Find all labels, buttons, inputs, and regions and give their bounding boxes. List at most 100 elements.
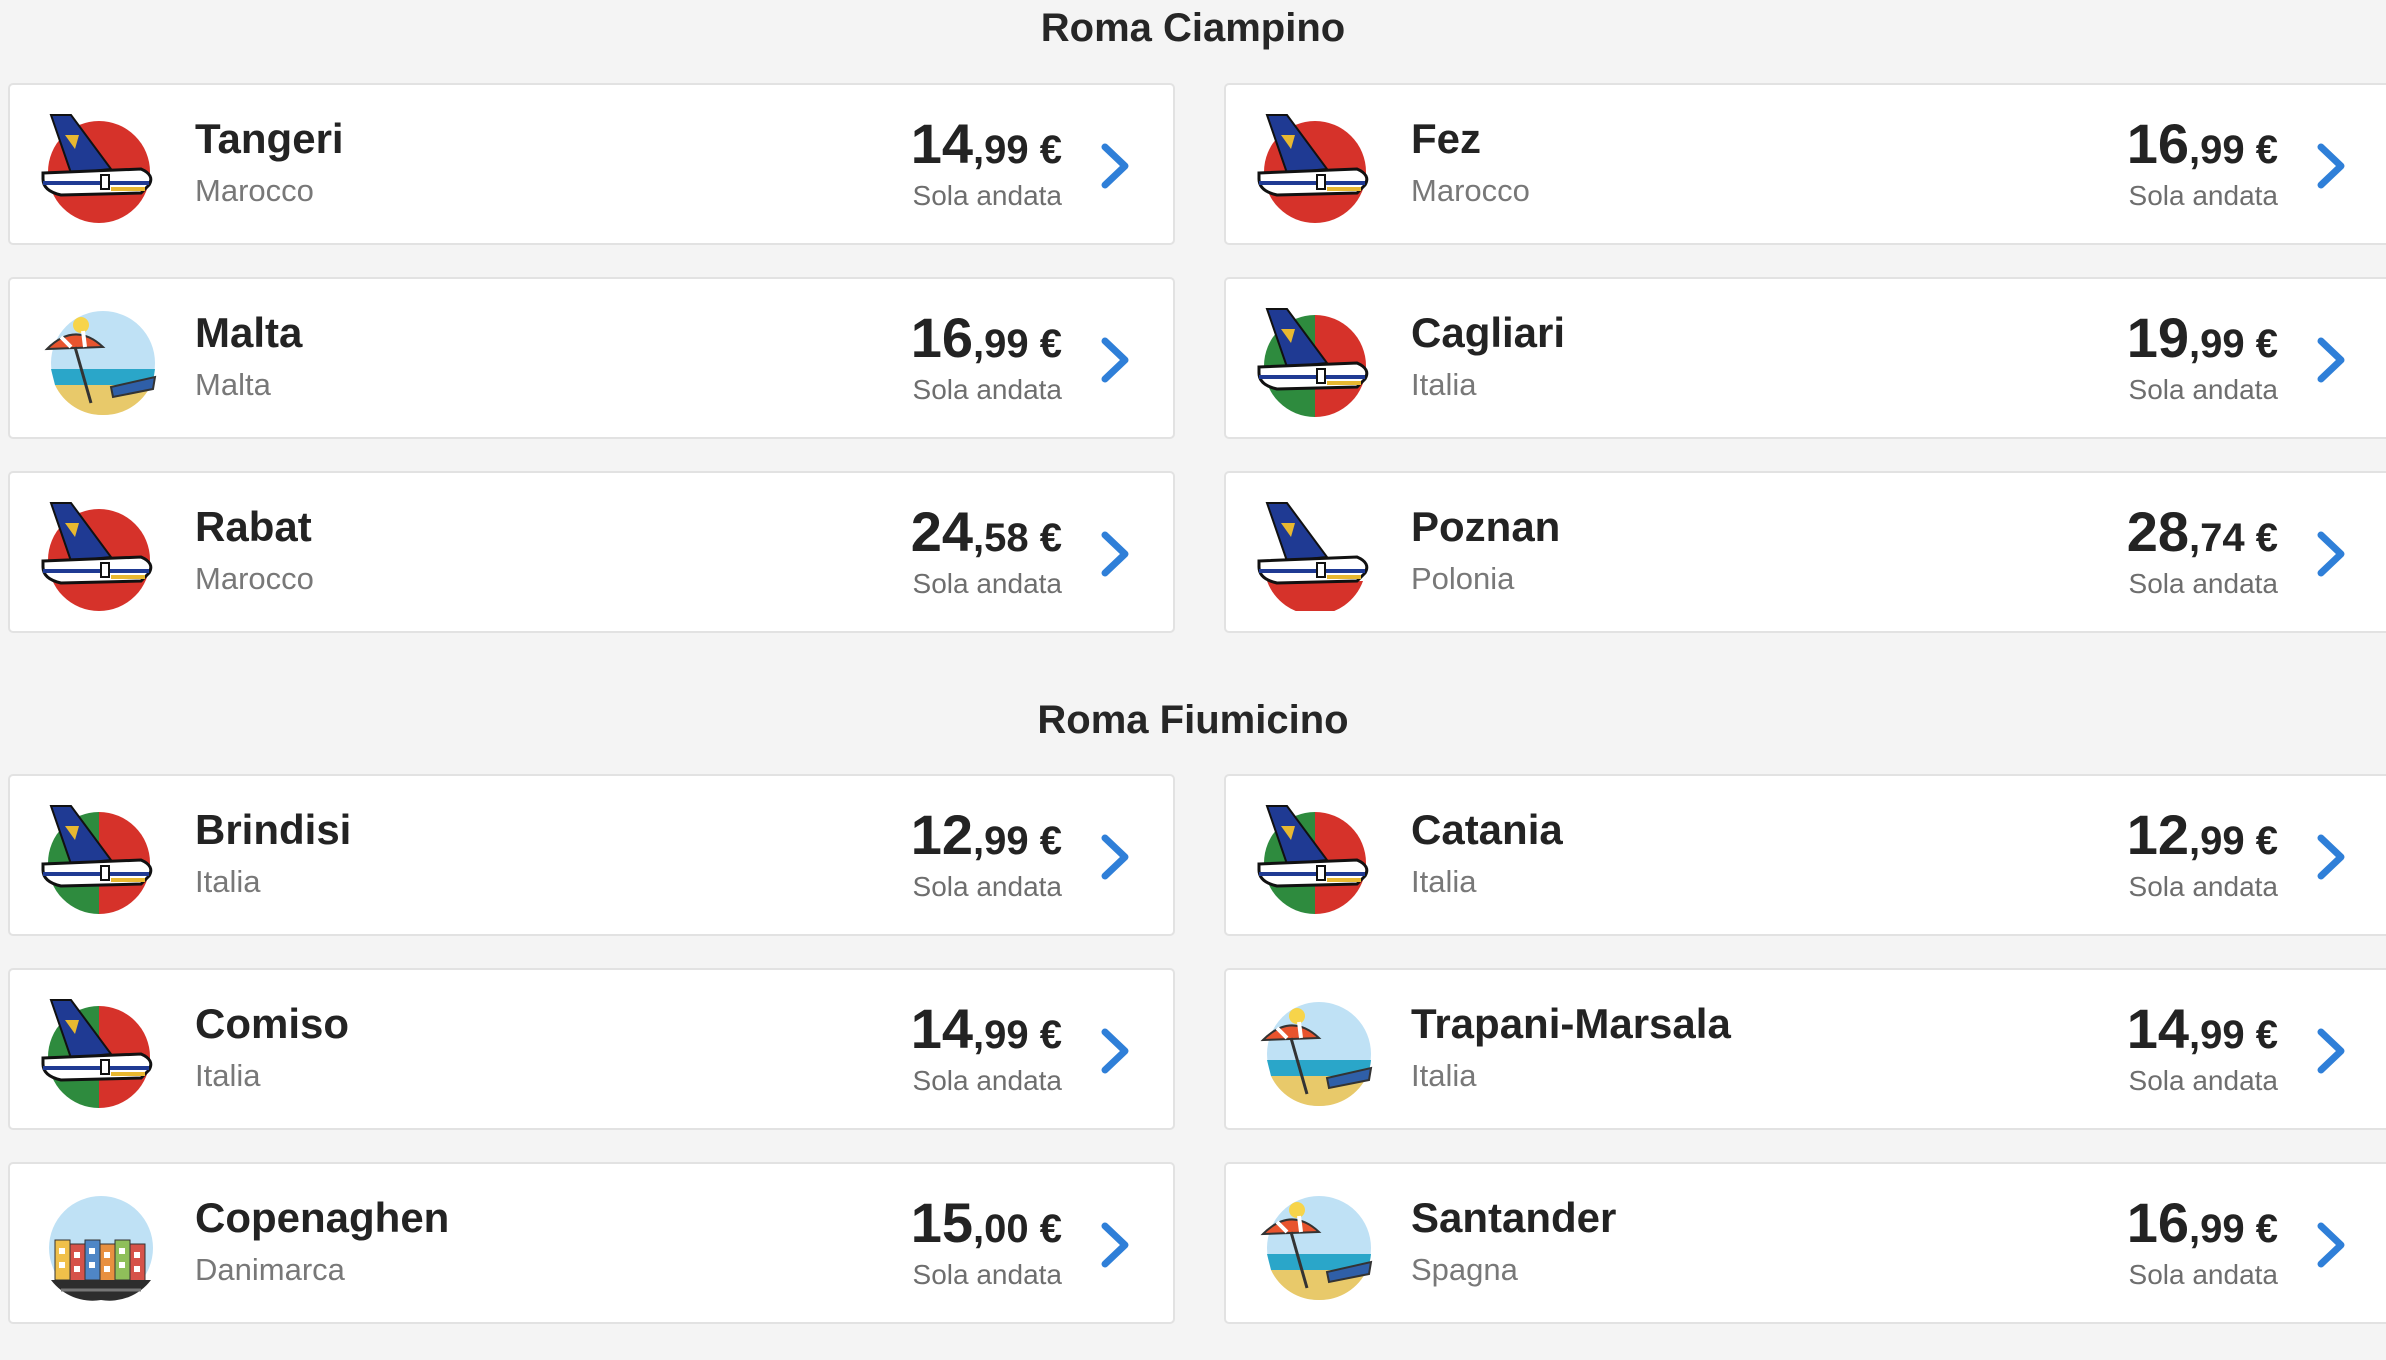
destination-card[interactable]: Santander Spagna 16,99 € Sola andata — [1224, 1162, 2386, 1324]
chevron-right-icon[interactable] — [1099, 1220, 1133, 1270]
chevron-right-icon[interactable] — [2315, 1220, 2349, 1270]
price-currency: € — [1028, 322, 1062, 366]
chevron-right-icon[interactable] — [1099, 832, 1133, 882]
chevron-right-icon[interactable] — [2315, 141, 2349, 191]
section-title-ciampino: Roma Ciampino — [1040, 6, 1346, 50]
destination-city: Catania — [1411, 806, 1563, 853]
destination-country: Malta — [195, 367, 271, 402]
chevron-right-icon[interactable] — [1099, 335, 1133, 385]
price: 16,99 € — [2127, 1190, 2278, 1255]
destination-card[interactable]: Copenaghen Danimarca 15,00 € Sola andata — [8, 1162, 1175, 1324]
italy-flag-plane-icon — [41, 804, 157, 914]
destination-city: Comiso — [195, 1000, 350, 1047]
destination-city: Brindisi — [195, 806, 352, 853]
destination-card[interactable]: Malta Malta 16,99 € Sola andata — [8, 277, 1175, 439]
destination-country: Italia — [1411, 864, 1477, 899]
price-currency: € — [1028, 1013, 1062, 1057]
fare-type: Sola andata — [912, 374, 1062, 405]
price-currency: € — [2244, 1207, 2278, 1251]
price-decimals: ,99 — [973, 1013, 1029, 1057]
destination-country: Italia — [195, 864, 261, 899]
fare-type: Sola andata — [2128, 568, 2278, 599]
destination-city: Trapani-Marsala — [1411, 1000, 1731, 1047]
destination-country: Marocco — [195, 173, 314, 208]
price-decimals: ,74 — [2189, 516, 2245, 560]
price-currency: € — [1028, 128, 1062, 172]
destination-card[interactable]: Comiso Italia 14,99 € Sola andata — [8, 968, 1175, 1130]
price-integer: 14 — [910, 112, 974, 175]
price: 12,99 € — [2127, 802, 2278, 867]
fare-type: Sola andata — [2128, 374, 2278, 405]
destination-card[interactable]: Brindisi Italia 12,99 € Sola andata — [8, 774, 1175, 936]
price-decimals: ,58 — [973, 516, 1029, 560]
fare-type: Sola andata — [912, 871, 1062, 902]
destination-grid-fiumicino: Brindisi Italia 12,99 € Sola andata Cata… — [8, 774, 2386, 1324]
destination-card[interactable]: Rabat Marocco 24,58 € Sola andata — [8, 471, 1175, 633]
price-integer: 15 — [910, 1191, 974, 1254]
price-decimals: ,99 — [2189, 128, 2245, 172]
poland-flag-plane-icon — [1257, 501, 1373, 611]
beach-umbrella-icon — [41, 307, 157, 417]
price: 12,99 € — [911, 802, 1062, 867]
morocco-flag-plane-icon — [1257, 113, 1373, 223]
destination-country: Danimarca — [195, 1252, 345, 1287]
price-integer: 24 — [910, 500, 974, 563]
destination-card[interactable]: Catania Italia 12,99 € Sola andata — [1224, 774, 2386, 936]
price-decimals: ,99 — [2189, 322, 2245, 366]
fare-type: Sola andata — [2128, 180, 2278, 211]
destination-country: Italia — [195, 1058, 261, 1093]
price-currency: € — [1028, 819, 1062, 863]
price: 15,00 € — [911, 1190, 1062, 1255]
destination-card[interactable]: Tangeri Marocco 14,99 € Sola andata — [8, 83, 1175, 245]
price-currency: € — [2244, 322, 2278, 366]
italy-flag-plane-icon — [41, 998, 157, 1108]
destination-card[interactable]: Fez Marocco 16,99 € Sola andata — [1224, 83, 2386, 245]
price-decimals: ,99 — [973, 128, 1029, 172]
destination-card[interactable]: Trapani-Marsala Italia 14,99 € Sola anda… — [1224, 968, 2386, 1130]
chevron-right-icon[interactable] — [2315, 832, 2349, 882]
price: 14,99 € — [911, 111, 1062, 176]
chevron-right-icon[interactable] — [1099, 141, 1133, 191]
destination-city: Santander — [1411, 1194, 1617, 1241]
fare-type: Sola andata — [912, 1259, 1062, 1290]
chevron-right-icon[interactable] — [1099, 529, 1133, 579]
price-decimals: ,99 — [973, 322, 1029, 366]
price-integer: 28 — [2126, 500, 2190, 563]
price: 28,74 € — [2127, 499, 2278, 564]
price: 16,99 € — [911, 305, 1062, 370]
fare-type: Sola andata — [912, 1065, 1062, 1096]
destination-country: Italia — [1411, 367, 1477, 402]
price-integer: 16 — [2126, 112, 2190, 175]
fare-type: Sola andata — [2128, 1259, 2278, 1290]
fare-type: Sola andata — [912, 180, 1062, 211]
destination-country: Marocco — [1411, 173, 1530, 208]
destination-country: Italia — [1411, 1058, 1477, 1093]
price-integer: 16 — [2126, 1191, 2190, 1254]
price-integer: 14 — [910, 997, 974, 1060]
section-title-fiumicino: Roma Fiumicino — [1037, 698, 1349, 742]
destination-country: Marocco — [195, 561, 314, 596]
chevron-right-icon[interactable] — [1099, 1026, 1133, 1076]
destination-city: Fez — [1411, 115, 1482, 162]
price-currency: € — [2244, 819, 2278, 863]
fare-type: Sola andata — [2128, 1065, 2278, 1096]
destination-card[interactable]: Poznan Polonia 28,74 € Sola andata — [1224, 471, 2386, 633]
price-currency: € — [1028, 1207, 1062, 1251]
price-decimals: ,99 — [2189, 1013, 2245, 1057]
price-decimals: ,99 — [2189, 819, 2245, 863]
price: 16,99 € — [2127, 111, 2278, 176]
destination-city: Malta — [195, 309, 303, 356]
destination-city: Copenaghen — [195, 1194, 450, 1241]
destination-city: Tangeri — [195, 115, 344, 162]
fare-type: Sola andata — [912, 568, 1062, 599]
beach-umbrella-icon — [1257, 998, 1373, 1108]
chevron-right-icon[interactable] — [2315, 529, 2349, 579]
price: 19,99 € — [2127, 305, 2278, 370]
chevron-right-icon[interactable] — [2315, 335, 2349, 385]
destination-city: Poznan — [1411, 503, 1561, 550]
price-currency: € — [2244, 516, 2278, 560]
price-integer: 16 — [910, 306, 974, 369]
price-decimals: ,00 — [973, 1207, 1029, 1251]
destination-card[interactable]: Cagliari Italia 19,99 € Sola andata — [1224, 277, 2386, 439]
chevron-right-icon[interactable] — [2315, 1026, 2349, 1076]
